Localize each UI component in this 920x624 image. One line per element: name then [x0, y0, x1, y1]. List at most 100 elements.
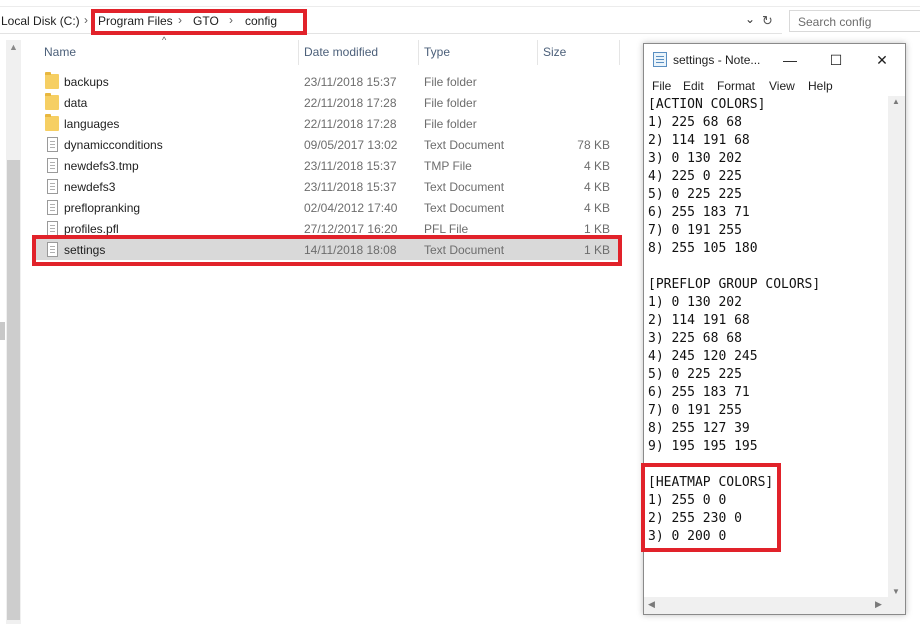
- text-line: 1) 0 130 202: [648, 295, 742, 310]
- file-type: Text Document: [424, 138, 505, 152]
- file-row-dynamicconditions[interactable]: dynamicconditions 09/05/2017 13:02 Text …: [36, 134, 618, 155]
- menu-edit[interactable]: Edit: [683, 79, 704, 93]
- column-header-type[interactable]: Type: [424, 45, 450, 65]
- text-line: 2) 114 191 68: [648, 133, 750, 148]
- text-line: 7) 0 191 255: [648, 403, 742, 418]
- scroll-up-icon[interactable]: ▲: [892, 97, 900, 106]
- notepad-horizontal-scrollbar[interactable]: ◀ ▶: [644, 597, 905, 614]
- scroll-right-icon[interactable]: ▶: [875, 599, 882, 610]
- column-header-size[interactable]: Size: [543, 45, 566, 65]
- file-name: newdefs3: [64, 180, 116, 194]
- search-placeholder: Search config: [798, 15, 872, 29]
- file-name: newdefs3.tmp: [64, 159, 139, 173]
- text-line: 7) 0 191 255: [648, 223, 742, 238]
- text-line: 8) 255 105 180: [648, 241, 758, 256]
- file-name: data: [64, 96, 88, 110]
- file-row-backups[interactable]: backups 23/11/2018 15:37 File folder: [36, 71, 618, 92]
- notepad-title: settings - Note...: [673, 53, 761, 67]
- close-button[interactable]: ✕: [859, 44, 905, 76]
- text-line: 4) 245 120 245: [648, 349, 758, 364]
- chevron-down-icon[interactable]: ⌄: [745, 12, 755, 26]
- column-divider[interactable]: [619, 40, 620, 65]
- breadcrumb-local-disk[interactable]: Local Disk (C:): [1, 14, 80, 28]
- breadcrumb-highlight-box: [91, 9, 307, 35]
- resize-grip[interactable]: [888, 597, 905, 614]
- file-type: Text Document: [424, 201, 505, 215]
- file-date: 22/11/2018 17:28: [304, 96, 397, 110]
- menu-help[interactable]: Help: [808, 79, 833, 93]
- file-name: dynamicconditions: [64, 138, 163, 152]
- file-size: 4 KB: [583, 159, 610, 173]
- file-row-preflopranking[interactable]: preflopranking 02/04/2012 17:40 Text Doc…: [36, 197, 618, 218]
- notepad-vertical-scrollbar[interactable]: ▲ ▼: [888, 96, 905, 598]
- column-divider[interactable]: [537, 40, 538, 65]
- column-divider[interactable]: [418, 40, 419, 65]
- file-name: profiles.pfl: [64, 222, 119, 236]
- file-size: 4 KB: [583, 180, 610, 194]
- column-divider[interactable]: [298, 40, 299, 65]
- file-row-newdefs3[interactable]: newdefs3 23/11/2018 15:37 Text Document …: [36, 176, 618, 197]
- folder-icon: [45, 72, 59, 89]
- notepad-titlebar[interactable]: settings - Note... — ☐ ✕: [644, 44, 905, 76]
- minimize-button[interactable]: —: [767, 44, 813, 76]
- file-size: 4 KB: [583, 201, 610, 215]
- text-line: 8) 255 127 39: [648, 421, 750, 436]
- file-date: 09/05/2017 13:02: [304, 138, 398, 152]
- file-date: 27/12/2017 16:20: [304, 222, 398, 236]
- heatmap-highlight-box: [641, 463, 781, 552]
- file-name: languages: [64, 117, 120, 131]
- document-icon: [47, 158, 58, 173]
- sort-ascending-icon: ^: [162, 35, 167, 45]
- file-date: 02/04/2012 17:40: [304, 201, 398, 215]
- file-date: 23/11/2018 15:37: [304, 75, 397, 89]
- file-type: Text Document: [424, 180, 505, 194]
- file-name: backups: [64, 75, 109, 89]
- column-header-name[interactable]: Name: [44, 45, 76, 65]
- scrollbar-thumb[interactable]: [7, 160, 20, 620]
- text-line: [ACTION COLORS]: [648, 97, 766, 112]
- scroll-down-icon[interactable]: ▼: [892, 587, 900, 596]
- scroll-left-icon[interactable]: ◀: [648, 599, 655, 610]
- file-type: File folder: [424, 117, 477, 131]
- scroll-up-icon[interactable]: ▲: [9, 42, 18, 52]
- document-icon: [47, 137, 58, 152]
- text-line: 5) 0 225 225: [648, 187, 742, 202]
- pane-splitter[interactable]: [0, 322, 5, 340]
- text-line: 2) 114 191 68: [648, 313, 750, 328]
- text-line: 6) 255 183 71: [648, 385, 750, 400]
- file-size: 78 KB: [577, 138, 610, 152]
- menu-file[interactable]: File: [652, 79, 671, 93]
- file-date: 23/11/2018 15:37: [304, 159, 397, 173]
- document-icon: [47, 179, 58, 194]
- notepad-icon: [653, 52, 667, 67]
- document-icon: [47, 200, 58, 215]
- text-line: 9) 195 195 195: [648, 439, 758, 454]
- text-line: 6) 255 183 71: [648, 205, 750, 220]
- text-line: 3) 0 130 202: [648, 151, 742, 166]
- text-line: 4) 225 0 225: [648, 169, 742, 184]
- file-row-data[interactable]: data 22/11/2018 17:28 File folder: [36, 92, 618, 113]
- file-type: TMP File: [424, 159, 472, 173]
- file-row-newdefs3-tmp[interactable]: newdefs3.tmp 23/11/2018 15:37 TMP File 4…: [36, 155, 618, 176]
- navigation-scrollbar[interactable]: ▲: [6, 40, 21, 624]
- menu-view[interactable]: View: [769, 79, 795, 93]
- column-header-date[interactable]: Date modified: [304, 45, 378, 65]
- file-date: 23/11/2018 15:37: [304, 180, 397, 194]
- text-line: [PREFLOP GROUP COLORS]: [648, 277, 821, 292]
- file-row-languages[interactable]: languages 22/11/2018 17:28 File folder: [36, 113, 618, 134]
- settings-row-highlight-box: [32, 235, 622, 266]
- folder-icon: [45, 93, 59, 110]
- window-top-strip: [0, 0, 920, 7]
- text-line: 3) 225 68 68: [648, 331, 742, 346]
- breadcrumb-separator-icon[interactable]: ›: [84, 13, 88, 27]
- document-icon: [47, 221, 58, 236]
- maximize-button[interactable]: ☐: [813, 44, 859, 76]
- file-name: preflopranking: [64, 201, 141, 215]
- search-input[interactable]: Search config: [789, 10, 920, 32]
- file-type: File folder: [424, 75, 477, 89]
- text-line: 5) 0 225 225: [648, 367, 742, 382]
- notepad-menubar: File Edit Format View Help: [644, 77, 905, 95]
- refresh-icon[interactable]: ↻: [762, 13, 777, 29]
- menu-format[interactable]: Format: [717, 79, 755, 93]
- file-date: 22/11/2018 17:28: [304, 117, 397, 131]
